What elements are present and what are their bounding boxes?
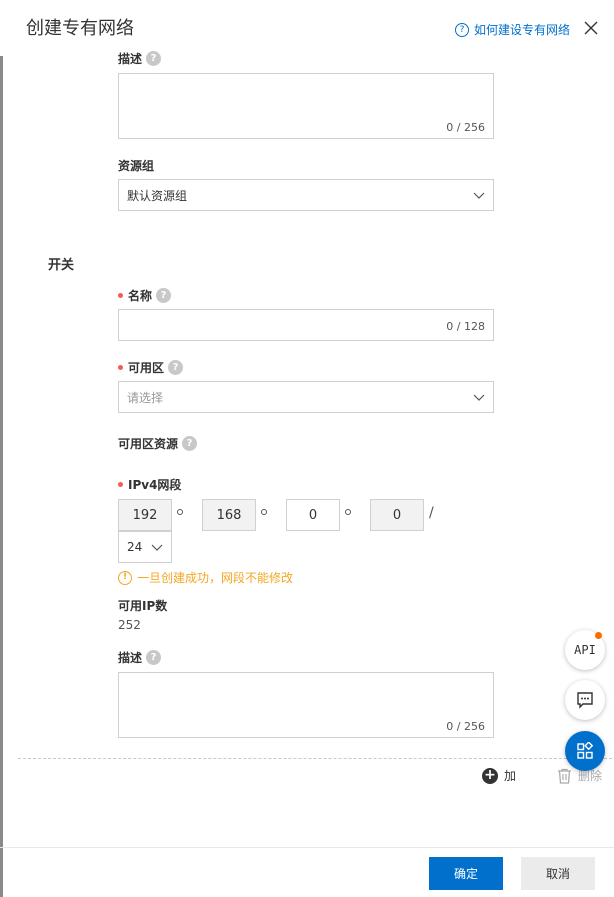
chevron-down-icon bbox=[473, 394, 485, 401]
ipv4-label: IPv4网段 bbox=[118, 476, 181, 493]
chevron-down-icon bbox=[151, 544, 163, 551]
help-icon[interactable]: ? bbox=[182, 436, 198, 451]
resource-group-label-text: 资源组 bbox=[118, 159, 155, 173]
api-label: API bbox=[574, 643, 596, 657]
window-left-edge bbox=[0, 0, 3, 897]
required-dot bbox=[118, 293, 123, 298]
ip-octet-4: 0 bbox=[370, 499, 424, 531]
confirm-button[interactable]: 确定 bbox=[429, 857, 503, 890]
warning-icon: ! bbox=[118, 570, 132, 585]
grid-apps-icon bbox=[577, 742, 594, 759]
notification-badge bbox=[595, 632, 602, 639]
switch-name-input[interactable]: 0 / 128 bbox=[118, 309, 494, 341]
ip-separator-dot bbox=[261, 509, 267, 515]
zone-select[interactable]: 请选择 bbox=[118, 381, 494, 413]
help-link[interactable]: ? 如何建设专有网络 bbox=[455, 21, 570, 38]
subnet-mask-select[interactable]: 24 bbox=[118, 531, 172, 563]
help-icon[interactable]: ? bbox=[146, 51, 162, 66]
add-switch-button[interactable]: + 加 bbox=[482, 767, 516, 784]
cidr-warning: ! 一旦创建成功，网段不能修改 bbox=[118, 569, 293, 586]
switch-description-label-text: 描述 bbox=[118, 651, 143, 665]
vpc-description-label: 描述 ? bbox=[118, 50, 162, 67]
available-ip-value: 252 bbox=[118, 618, 141, 632]
close-icon[interactable] bbox=[583, 20, 599, 36]
subnet-mask-value: 24 bbox=[127, 540, 143, 554]
char-counter: 0 / 256 bbox=[446, 720, 485, 733]
ip-octet-2: 168 bbox=[202, 499, 256, 531]
apps-float-button[interactable] bbox=[565, 731, 605, 771]
switch-name-label-text: 名称 bbox=[128, 289, 153, 303]
resource-group-select[interactable]: 默认资源组 bbox=[118, 179, 494, 211]
help-circle-icon: ? bbox=[455, 22, 469, 37]
zone-label: 可用区 ? bbox=[118, 359, 184, 376]
chevron-down-icon bbox=[473, 192, 485, 199]
ip-slash: / bbox=[429, 505, 434, 521]
required-dot bbox=[118, 482, 123, 487]
resource-group-value: 默认资源组 bbox=[127, 188, 188, 203]
warning-text: 一旦创建成功，网段不能修改 bbox=[137, 571, 294, 585]
help-icon[interactable]: ? bbox=[168, 360, 184, 375]
chat-icon bbox=[577, 692, 593, 709]
zone-placeholder: 请选择 bbox=[127, 390, 164, 405]
cancel-button[interactable]: 取消 bbox=[521, 857, 595, 890]
resource-group-label: 资源组 bbox=[118, 157, 154, 174]
dialog-header: 创建专有网络 ? 如何建设专有网络 bbox=[0, 0, 614, 56]
add-circle-icon: + bbox=[482, 767, 498, 784]
vpc-description-textarea[interactable]: 0 / 256 bbox=[118, 73, 494, 139]
switch-name-label: 名称 ? bbox=[118, 287, 172, 304]
api-float-button[interactable]: API bbox=[565, 630, 605, 670]
help-icon[interactable]: ? bbox=[146, 650, 162, 665]
available-ip-label-text: 可用IP数 bbox=[118, 599, 168, 613]
chat-float-button[interactable] bbox=[565, 680, 605, 720]
ip-octet-3-input[interactable]: 0 bbox=[286, 499, 340, 531]
zone-resource-label: 可用区资源 ? bbox=[118, 435, 198, 452]
switch-description-textarea[interactable]: 0 / 256 bbox=[118, 672, 494, 738]
dialog-title: 创建专有网络 bbox=[26, 18, 134, 39]
zone-resource-label-text: 可用区资源 bbox=[118, 437, 179, 451]
ip-octet-1: 192 bbox=[118, 499, 172, 531]
ip-separator-dot bbox=[345, 509, 351, 515]
section-divider bbox=[18, 758, 612, 759]
char-counter: 0 / 256 bbox=[446, 121, 485, 134]
ip-separator-dot bbox=[177, 509, 183, 515]
add-label: 加 bbox=[504, 769, 517, 783]
required-dot bbox=[118, 365, 123, 370]
zone-label-text: 可用区 bbox=[128, 361, 165, 375]
available-ip-label: 可用IP数 bbox=[118, 597, 167, 614]
ipv4-label-text: IPv4网段 bbox=[128, 478, 182, 492]
switch-section-title: 开关 bbox=[48, 258, 75, 273]
footer-divider bbox=[0, 847, 614, 848]
char-counter: 0 / 128 bbox=[446, 320, 485, 333]
help-icon[interactable]: ? bbox=[156, 288, 172, 303]
vpc-description-label-text: 描述 bbox=[118, 52, 143, 66]
switch-description-label: 描述 ? bbox=[118, 649, 162, 666]
trash-icon bbox=[558, 768, 571, 784]
help-link-label: 如何建设专有网络 bbox=[474, 23, 571, 37]
